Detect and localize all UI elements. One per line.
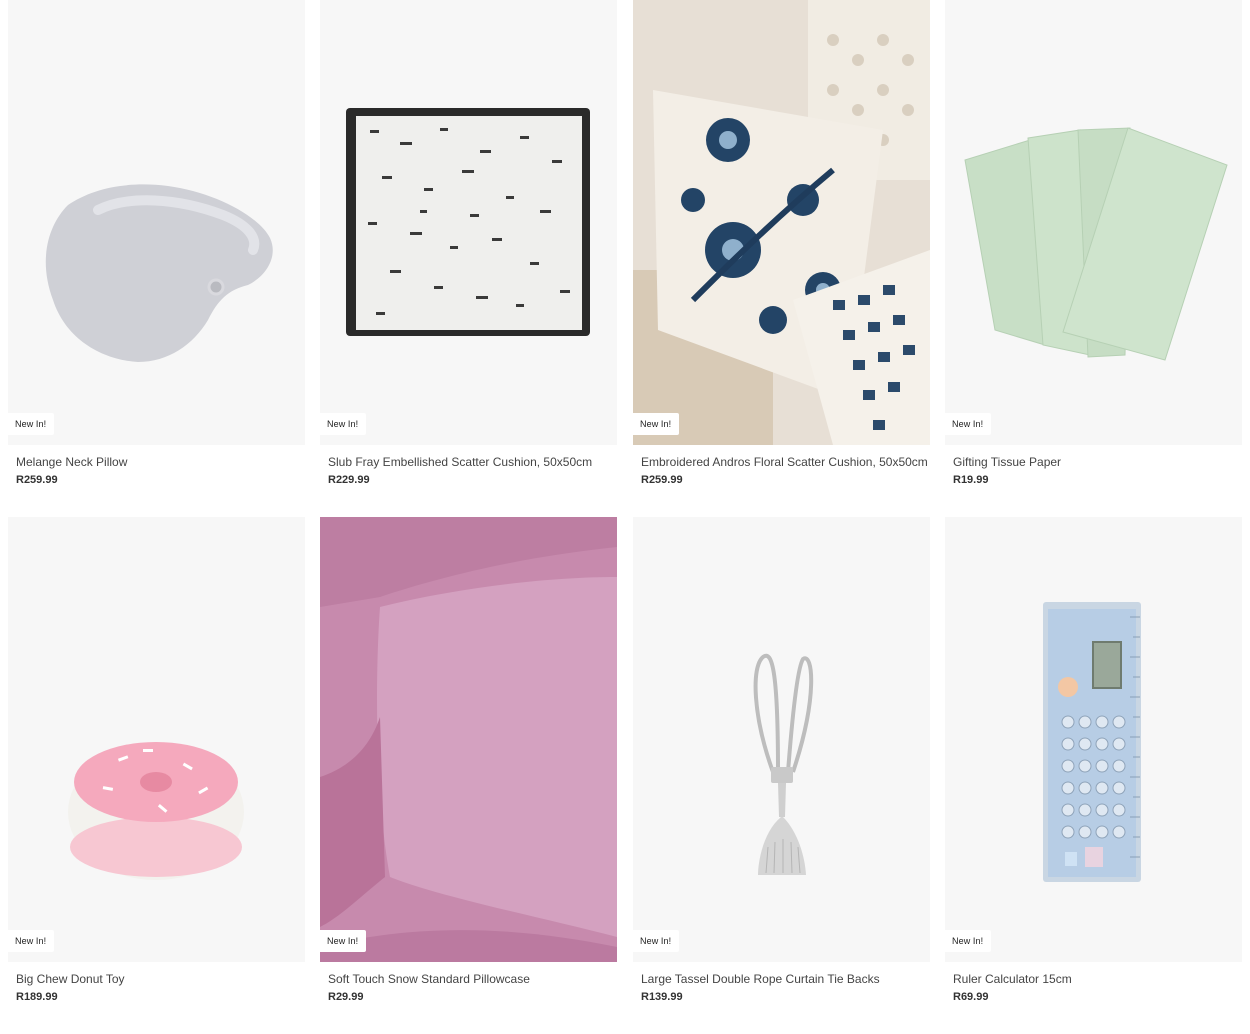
product-name[interactable]: Big Chew Donut Toy: [16, 972, 125, 986]
tissue-paper-image: [964, 127, 1228, 361]
product-card[interactable]: New In! Ruler Calculator 15cm R69.99: [945, 517, 1242, 1003]
new-in-badge: New In!: [8, 413, 55, 435]
product-name[interactable]: Embroidered Andros Floral Scatter Cushio…: [641, 455, 928, 469]
ruler-calculator-image: [1043, 602, 1141, 882]
pillowcase-image: [320, 517, 617, 962]
product-image[interactable]: New In!: [945, 517, 1242, 962]
new-in-badge: New In!: [8, 930, 55, 952]
product-price: R19.99: [953, 474, 989, 486]
product-name[interactable]: Melange Neck Pillow: [16, 455, 127, 469]
product-card[interactable]: New In! Slub Fray Embellished Scatter Cu…: [320, 0, 617, 486]
product-name[interactable]: Ruler Calculator 15cm: [953, 972, 1072, 986]
product-card[interactable]: New In! Large Tassel Double Rope Curtain…: [633, 517, 930, 1003]
product-card[interactable]: New In! Melange Neck Pillow R259.99: [8, 0, 305, 486]
product-price: R69.99: [953, 991, 989, 1003]
product-image[interactable]: New In!: [633, 0, 930, 445]
product-name[interactable]: Soft Touch Snow Standard Pillowcase: [328, 972, 530, 986]
product-name[interactable]: Large Tassel Double Rope Curtain Tie Bac…: [641, 972, 880, 986]
product-image[interactable]: New In!: [320, 517, 617, 962]
product-price: R29.99: [328, 991, 364, 1003]
product-card[interactable]: New In! Embroidered Andros Floral Scatte…: [633, 0, 930, 486]
new-in-badge: New In!: [633, 413, 680, 435]
product-price: R139.99: [641, 991, 683, 1003]
new-in-badge: New In!: [945, 413, 992, 435]
product-image[interactable]: New In!: [8, 517, 305, 962]
new-in-badge: New In!: [945, 930, 992, 952]
product-price: R259.99: [16, 474, 58, 486]
donut-toy-image: [68, 742, 244, 880]
fray-cushion-image: [346, 108, 590, 336]
tassel-tieback-image: [753, 653, 814, 875]
product-name[interactable]: Gifting Tissue Paper: [953, 455, 1061, 469]
product-price: R189.99: [16, 991, 58, 1003]
floral-cushion-image: [633, 0, 930, 445]
product-image[interactable]: New In!: [633, 517, 930, 962]
new-in-badge: New In!: [320, 930, 367, 952]
product-image[interactable]: New In!: [320, 0, 617, 445]
neck-pillow-image: [45, 184, 273, 362]
new-in-badge: New In!: [633, 930, 680, 952]
product-image[interactable]: New In!: [945, 0, 1242, 445]
new-in-badge: New In!: [320, 413, 367, 435]
product-price: R259.99: [641, 474, 683, 486]
product-image[interactable]: New In!: [8, 0, 305, 445]
product-card[interactable]: New In! Big Chew Donut Toy R189.99: [8, 517, 305, 1003]
product-card[interactable]: New In! Gifting Tissue Paper R19.99: [945, 0, 1242, 486]
product-name[interactable]: Slub Fray Embellished Scatter Cushion, 5…: [328, 455, 592, 469]
product-price: R229.99: [328, 474, 370, 486]
product-card[interactable]: New In! Soft Touch Snow Standard Pillowc…: [320, 517, 617, 1003]
